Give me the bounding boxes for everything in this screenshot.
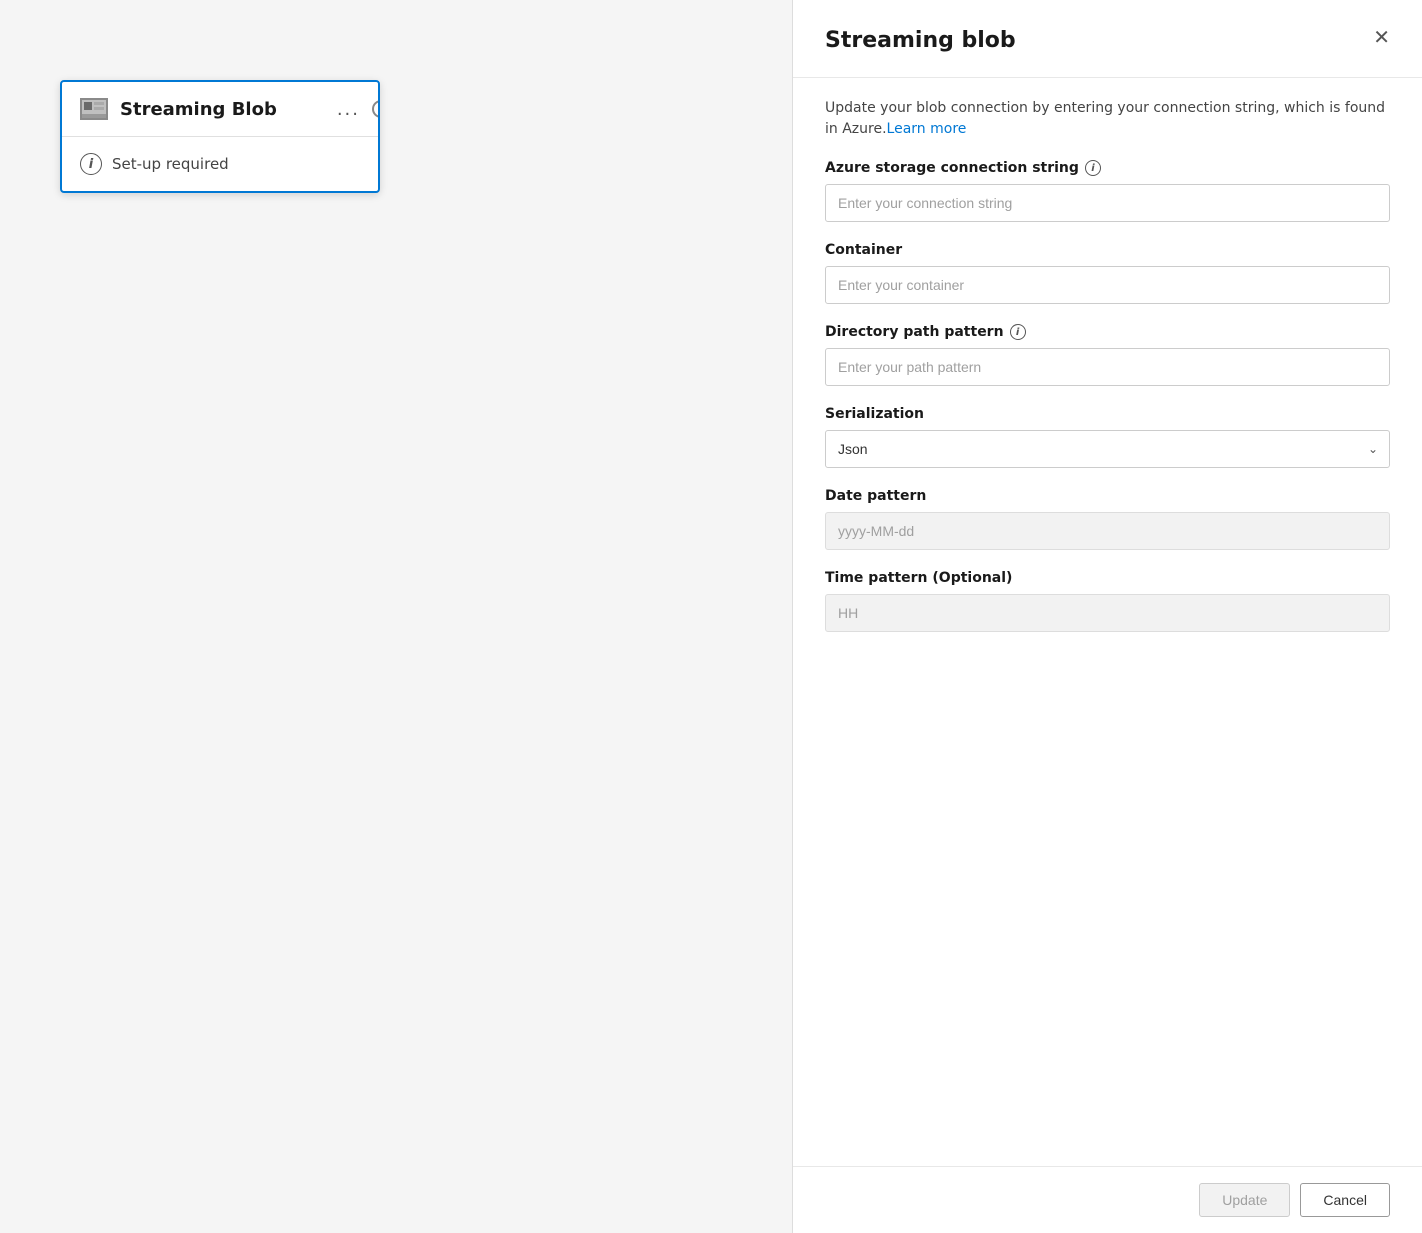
node-output-connector[interactable]	[372, 100, 380, 118]
panel-footer: Update Cancel	[793, 1166, 1422, 1233]
streaming-blob-node: Streaming Blob ... i Set-up required	[60, 80, 380, 193]
form-group-path-pattern: Directory path pattern i	[825, 324, 1390, 386]
container-input[interactable]	[825, 266, 1390, 304]
node-body: i Set-up required	[62, 137, 378, 191]
panel-description: Update your blob connection by entering …	[793, 78, 1422, 140]
node-header: Streaming Blob ...	[62, 82, 378, 137]
date-pattern-input	[825, 512, 1390, 550]
panel-header: Streaming blob ✕	[793, 0, 1422, 78]
container-label: Container	[825, 242, 1390, 258]
serialization-select-wrapper: Json CSV Avro Parquet ⌄	[825, 430, 1390, 468]
close-button[interactable]: ✕	[1373, 28, 1390, 48]
node-status-text: Set-up required	[112, 155, 229, 173]
node-title: Streaming Blob	[120, 99, 325, 120]
connection-string-info-icon[interactable]: i	[1085, 160, 1101, 176]
date-pattern-label: Date pattern	[825, 488, 1390, 504]
update-button: Update	[1199, 1183, 1290, 1217]
node-menu-button[interactable]: ...	[337, 99, 360, 120]
form-group-connection-string: Azure storage connection string i	[825, 160, 1390, 222]
form-group-time-pattern: Time pattern (Optional)	[825, 570, 1390, 632]
serialization-label: Serialization	[825, 406, 1390, 422]
cancel-button[interactable]: Cancel	[1300, 1183, 1390, 1217]
setup-info-icon: i	[80, 153, 102, 175]
canvas-area: Streaming Blob ... i Set-up required	[0, 0, 792, 1233]
form-group-date-pattern: Date pattern	[825, 488, 1390, 550]
form-group-serialization: Serialization Json CSV Avro Parquet ⌄	[825, 406, 1390, 468]
path-pattern-label: Directory path pattern i	[825, 324, 1390, 340]
path-pattern-info-icon[interactable]: i	[1010, 324, 1026, 340]
side-panel: Streaming blob ✕ Update your blob connec…	[792, 0, 1422, 1233]
serialization-select[interactable]: Json CSV Avro Parquet	[825, 430, 1390, 468]
blob-icon	[80, 98, 108, 120]
path-pattern-input[interactable]	[825, 348, 1390, 386]
time-pattern-label: Time pattern (Optional)	[825, 570, 1390, 586]
connection-string-label: Azure storage connection string i	[825, 160, 1390, 176]
panel-title: Streaming blob	[825, 28, 1016, 53]
time-pattern-input	[825, 594, 1390, 632]
learn-more-link[interactable]: Learn more	[887, 121, 967, 137]
connection-string-input[interactable]	[825, 184, 1390, 222]
form-group-container: Container	[825, 242, 1390, 304]
panel-form: Azure storage connection string i Contai…	[793, 140, 1422, 1166]
